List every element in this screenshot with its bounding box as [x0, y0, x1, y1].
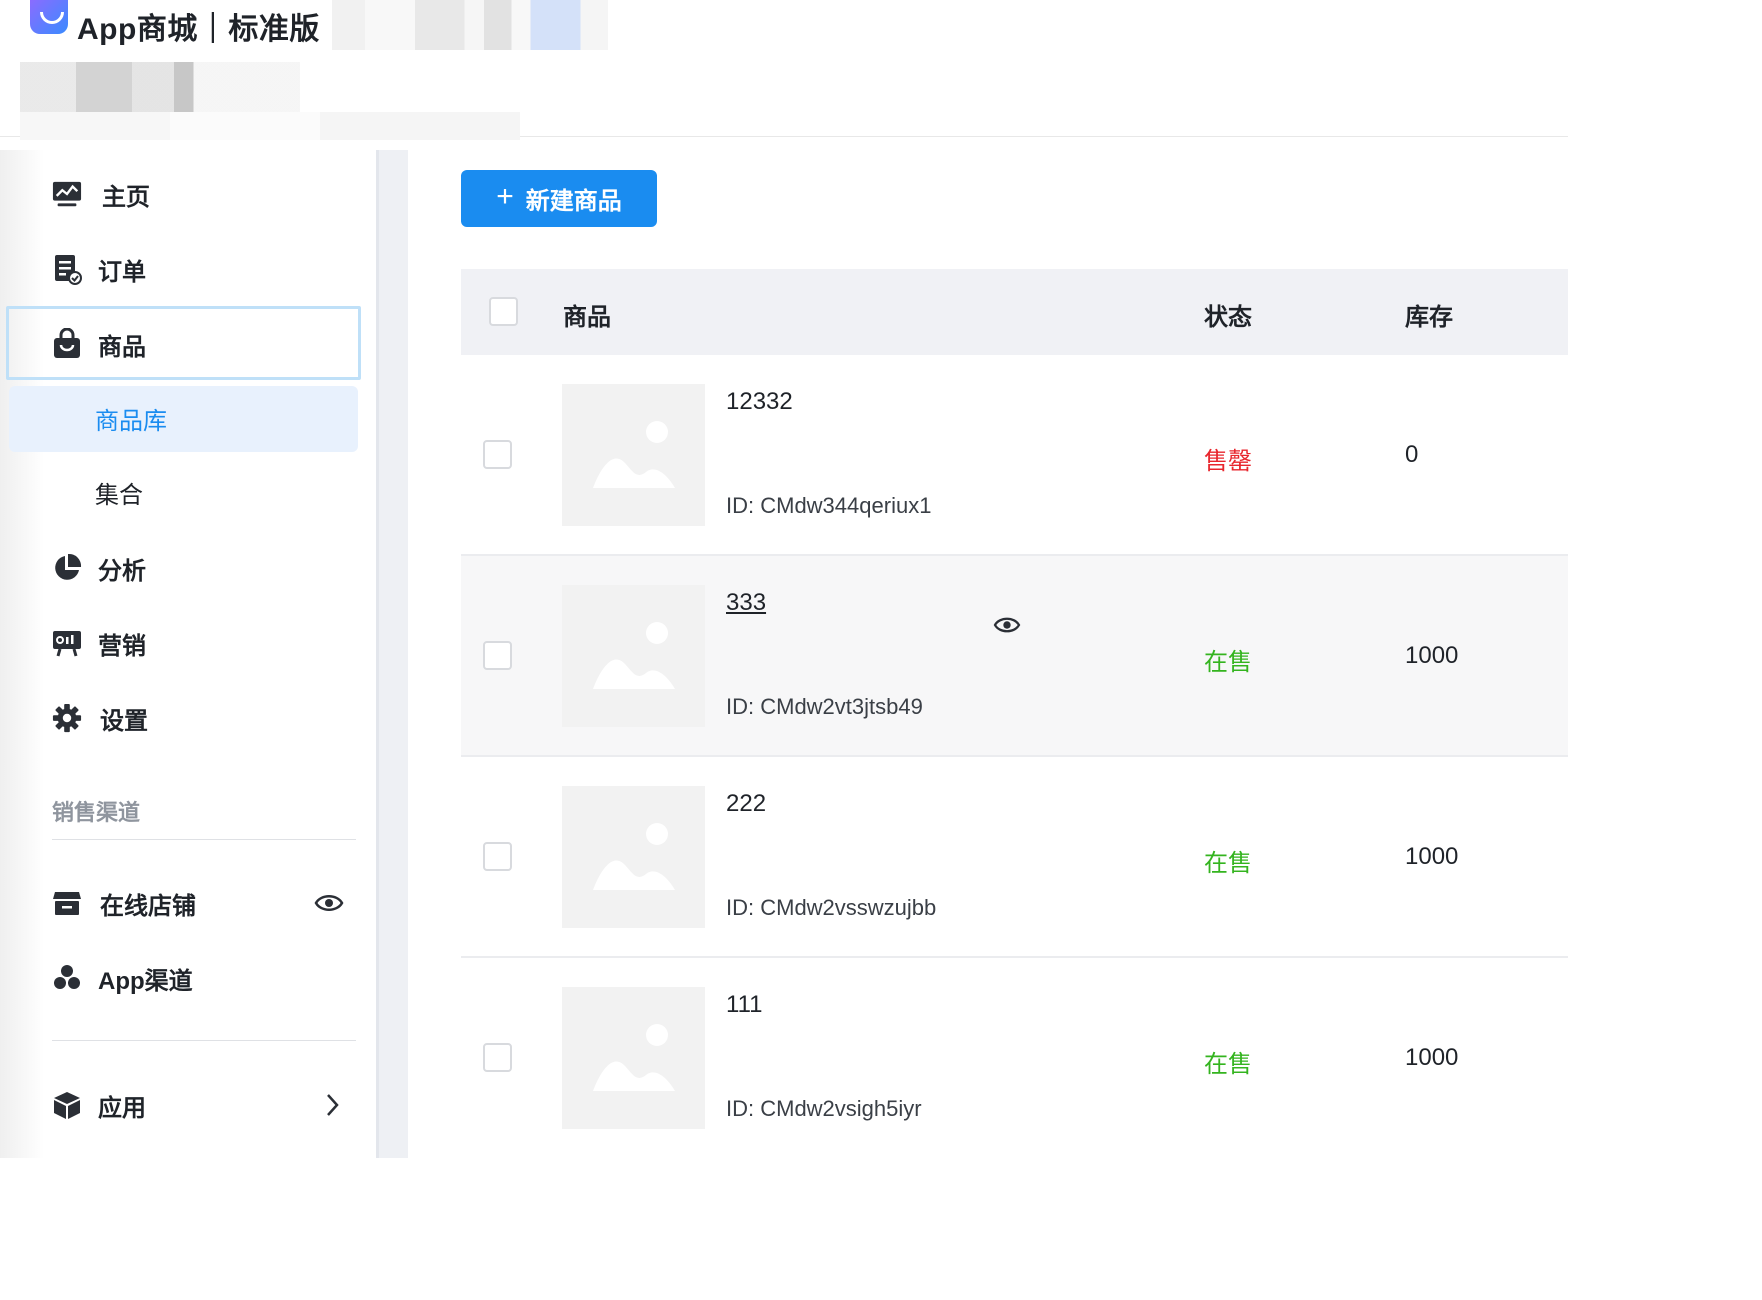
status-badge: 在售	[1204, 649, 1252, 676]
sidebar-item-products[interactable]: 商品	[0, 314, 360, 374]
sidebar-item-label: 在线店铺	[100, 892, 196, 920]
status-badge: 售罄	[1204, 448, 1252, 475]
divider	[52, 839, 356, 840]
marketing-board-icon	[52, 628, 82, 658]
stock-value: 1000	[1405, 1044, 1459, 1071]
product-image-placeholder	[562, 987, 705, 1129]
sidebar-subitem-label: 商品库	[95, 407, 167, 435]
app-cluster-icon	[52, 963, 82, 993]
eye-icon[interactable]	[993, 613, 1021, 642]
sidebar-item-settings[interactable]: 设置	[0, 688, 360, 748]
shopping-bag-icon	[52, 328, 82, 359]
row-checkbox[interactable]	[483, 641, 512, 670]
cube-icon	[52, 1090, 82, 1120]
row-checkbox[interactable]	[483, 842, 512, 871]
sidebar-item-label: 主页	[102, 183, 150, 211]
sidebar-item-label: App渠道	[98, 967, 193, 995]
product-id: ID: CMdw2vt3jtsb49	[726, 694, 923, 719]
storefront-icon	[52, 888, 82, 918]
product-name[interactable]: 111	[726, 991, 762, 1019]
sidebar-item-analytics[interactable]: 分析	[0, 538, 360, 598]
sales-channels-title: 销售渠道	[52, 800, 141, 825]
row-checkbox[interactable]	[483, 1043, 512, 1072]
sidebar-item-label: 分析	[98, 557, 146, 585]
status-badge: 在售	[1204, 1051, 1252, 1078]
redacted-header-info	[332, 0, 608, 50]
eye-icon[interactable]	[314, 890, 344, 921]
sidebar-item-marketing[interactable]: 营销	[0, 613, 360, 673]
brand-title: App商城｜标准版	[77, 13, 320, 46]
content-gutter	[379, 150, 408, 1158]
product-id: ID: CMdw2vsigh5iyr	[726, 1096, 922, 1121]
redacted-store-name	[20, 62, 300, 112]
sidebar-item-orders[interactable]: 订单	[0, 239, 360, 299]
gear-icon	[52, 703, 82, 733]
sidebar-item-online-store[interactable]: 在线店铺	[0, 873, 360, 933]
sidebar-item-label: 营销	[98, 632, 146, 660]
plus-icon: +	[496, 180, 514, 213]
sidebar-item-label: 应用	[98, 1094, 146, 1122]
product-image-placeholder	[562, 384, 705, 526]
sidebar-subitem-product-library[interactable]: 商品库	[0, 388, 360, 448]
product-name-link[interactable]: 333	[726, 589, 766, 617]
product-image-placeholder	[562, 786, 705, 928]
dashboard-chart-icon	[52, 179, 82, 209]
product-name[interactable]: 222	[726, 790, 766, 818]
sidebar-subitem-label: 集合	[95, 481, 143, 509]
new-product-label: 新建商品	[525, 188, 622, 215]
stock-value: 0	[1405, 441, 1419, 468]
status-badge: 在售	[1204, 850, 1252, 877]
column-header-status: 状态	[1204, 304, 1252, 331]
sidebar-item-label: 商品	[98, 333, 146, 361]
select-all-checkbox[interactable]	[489, 297, 518, 326]
new-product-button[interactable]: + 新建商品	[461, 170, 657, 227]
chevron-right-icon[interactable]	[322, 1091, 342, 1124]
column-header-product: 商品	[563, 304, 611, 331]
table-header	[461, 269, 1568, 355]
order-document-icon	[52, 254, 82, 285]
sidebar-item-apps[interactable]: 应用	[0, 1075, 360, 1135]
product-id: ID: CMdw344qeriux1	[726, 493, 932, 518]
sidebar-item-label: 订单	[98, 258, 146, 286]
stock-value: 1000	[1405, 843, 1459, 870]
app-window: App商城｜标准版 主页 订单 商品 商品库 集合 分析 营销 设置 销售渠道 …	[0, 0, 1568, 1158]
product-image-placeholder	[562, 585, 705, 727]
redacted-store-detail	[20, 112, 520, 140]
product-id: ID: CMdw2vsswzujbb	[726, 895, 937, 920]
divider	[52, 1040, 356, 1041]
app-logo-icon	[30, 0, 68, 34]
sidebar-item-app-channel[interactable]: App渠道	[0, 948, 360, 1008]
sidebar-item-home[interactable]: 主页	[0, 164, 360, 224]
row-checkbox[interactable]	[483, 440, 512, 469]
stock-value: 1000	[1405, 642, 1459, 669]
product-name[interactable]: 12332	[726, 388, 793, 416]
sidebar-item-label: 设置	[100, 707, 148, 735]
sidebar-subitem-collections[interactable]: 集合	[0, 462, 360, 522]
pie-chart-icon	[52, 553, 82, 583]
column-header-stock: 库存	[1405, 304, 1453, 331]
